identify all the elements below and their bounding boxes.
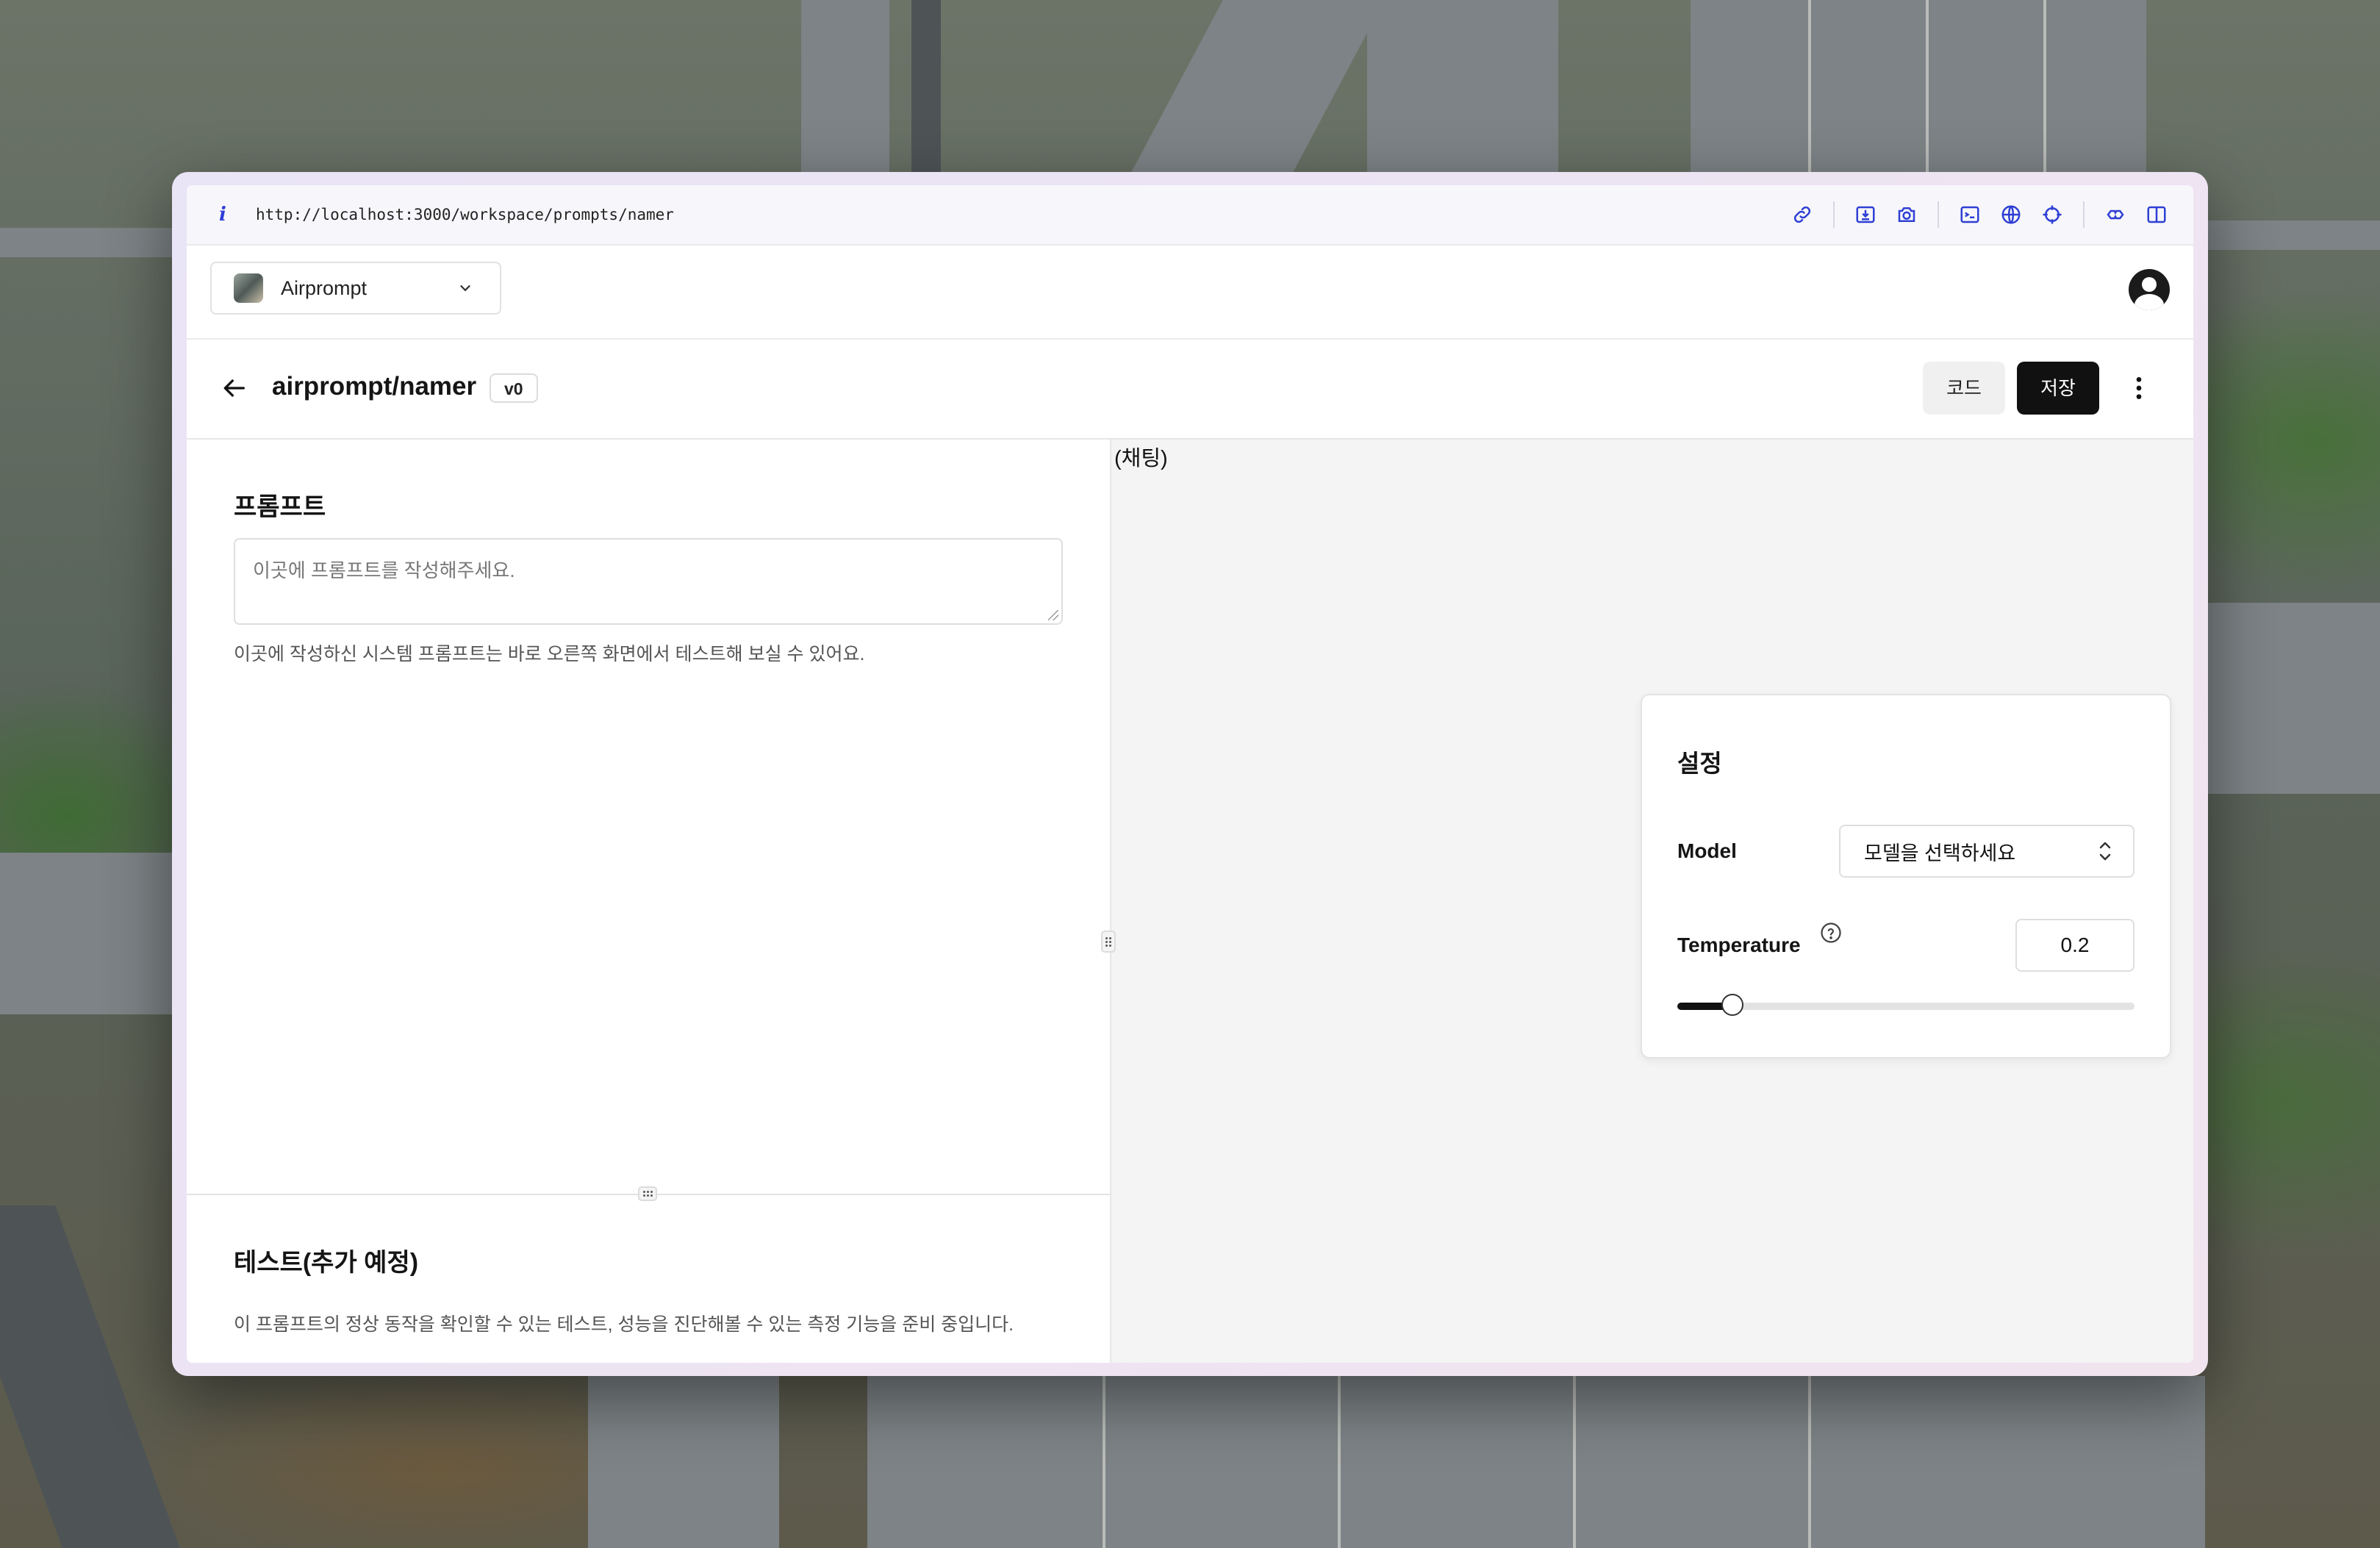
row-resize-handle[interactable]: [638, 1186, 657, 1201]
slider-thumb[interactable]: [1721, 994, 1743, 1016]
toolbar-divider: [1833, 201, 1835, 228]
browser-toolbar: [1782, 185, 2177, 244]
app-top-bar: Airprompt: [187, 244, 2193, 340]
workspace-logo: [234, 273, 263, 303]
chat-pane: (채팅) 설정 Model 모델을 선택하세요 Temperature 0.2: [1101, 440, 2193, 1363]
settings-title: 설정: [1677, 750, 1722, 777]
toolbar-divider: [2083, 201, 2085, 228]
chevron-down-icon: [460, 285, 470, 292]
model-label: Model: [1677, 839, 1737, 862]
info-icon[interactable]: i: [212, 204, 234, 226]
model-select-value: 모델을 선택하세요: [1864, 842, 2016, 864]
browser-viewport: i http://localhost:3000/workspace/prompt…: [187, 185, 2193, 1363]
page-header: airprompt/namer v0 코드 저장: [187, 340, 2193, 440]
url-text[interactable]: http://localhost:3000/workspace/prompts/…: [256, 206, 674, 223]
split-view-icon[interactable]: [2143, 201, 2170, 228]
textarea-resize-grip[interactable]: [1048, 610, 1058, 620]
prompt-section-title: 프롬프트: [234, 493, 326, 521]
chevron-up-down-icon: [2099, 842, 2111, 861]
address-bar: i http://localhost:3000/workspace/prompt…: [187, 185, 2193, 246]
download-icon[interactable]: [1852, 201, 1879, 228]
editor-pane: 프롬프트 이곳에 프롬프트를 작성해주세요. 이곳에 작성하신 시스템 프롬프트…: [187, 440, 1111, 1363]
prompt-placeholder: 이곳에 프롬프트를 작성해주세요.: [253, 559, 515, 581]
workspace-selector[interactable]: Airprompt: [210, 262, 501, 315]
more-vertical-icon[interactable]: [2124, 373, 2154, 403]
help-circle-icon[interactable]: [1820, 922, 1842, 944]
test-section-description: 이 프롬프트의 정상 동작을 확인할 수 있는 테스트, 성능을 진단해볼 수 …: [234, 1314, 1014, 1335]
model-select[interactable]: 모델을 선택하세요: [1839, 825, 2135, 878]
code-button[interactable]: 코드: [1923, 362, 2005, 415]
camera-icon[interactable]: [1893, 201, 1920, 228]
page-title: airprompt/namer: [272, 372, 477, 401]
terminal-icon[interactable]: [1957, 201, 1983, 228]
prompt-helper-text: 이곳에 작성하신 시스템 프롬프트는 바로 오른쪽 화면에서 테스트해 보실 수…: [234, 644, 865, 664]
chat-placeholder-label: (채팅): [1114, 447, 1168, 470]
slider-track: [1677, 1003, 2135, 1010]
puzzle-icon[interactable]: [2102, 201, 2129, 228]
settings-card: 설정 Model 모델을 선택하세요 Temperature 0.2: [1641, 694, 2171, 1058]
save-button[interactable]: 저장: [2017, 362, 2099, 415]
toolbar-divider: [1938, 201, 1939, 228]
temperature-slider[interactable]: [1677, 992, 2135, 1019]
browser-window: i http://localhost:3000/workspace/prompt…: [172, 172, 2208, 1376]
prompt-textarea[interactable]: 이곳에 프롬프트를 작성해주세요.: [234, 538, 1063, 625]
user-avatar[interactable]: [2129, 269, 2170, 310]
back-arrow-icon[interactable]: [219, 373, 248, 403]
temperature-label: Temperature: [1677, 934, 1801, 956]
version-badge: v0: [490, 373, 538, 403]
column-resize-handle[interactable]: [1101, 931, 1116, 953]
workspace-name: Airprompt: [281, 276, 368, 299]
link-icon[interactable]: [1789, 201, 1816, 228]
test-section-title: 테스트(추가 예정): [234, 1249, 419, 1277]
temperature-input[interactable]: 0.2: [2015, 919, 2135, 972]
crosshair-icon[interactable]: [2039, 201, 2065, 228]
globe-icon[interactable]: [1998, 201, 2024, 228]
